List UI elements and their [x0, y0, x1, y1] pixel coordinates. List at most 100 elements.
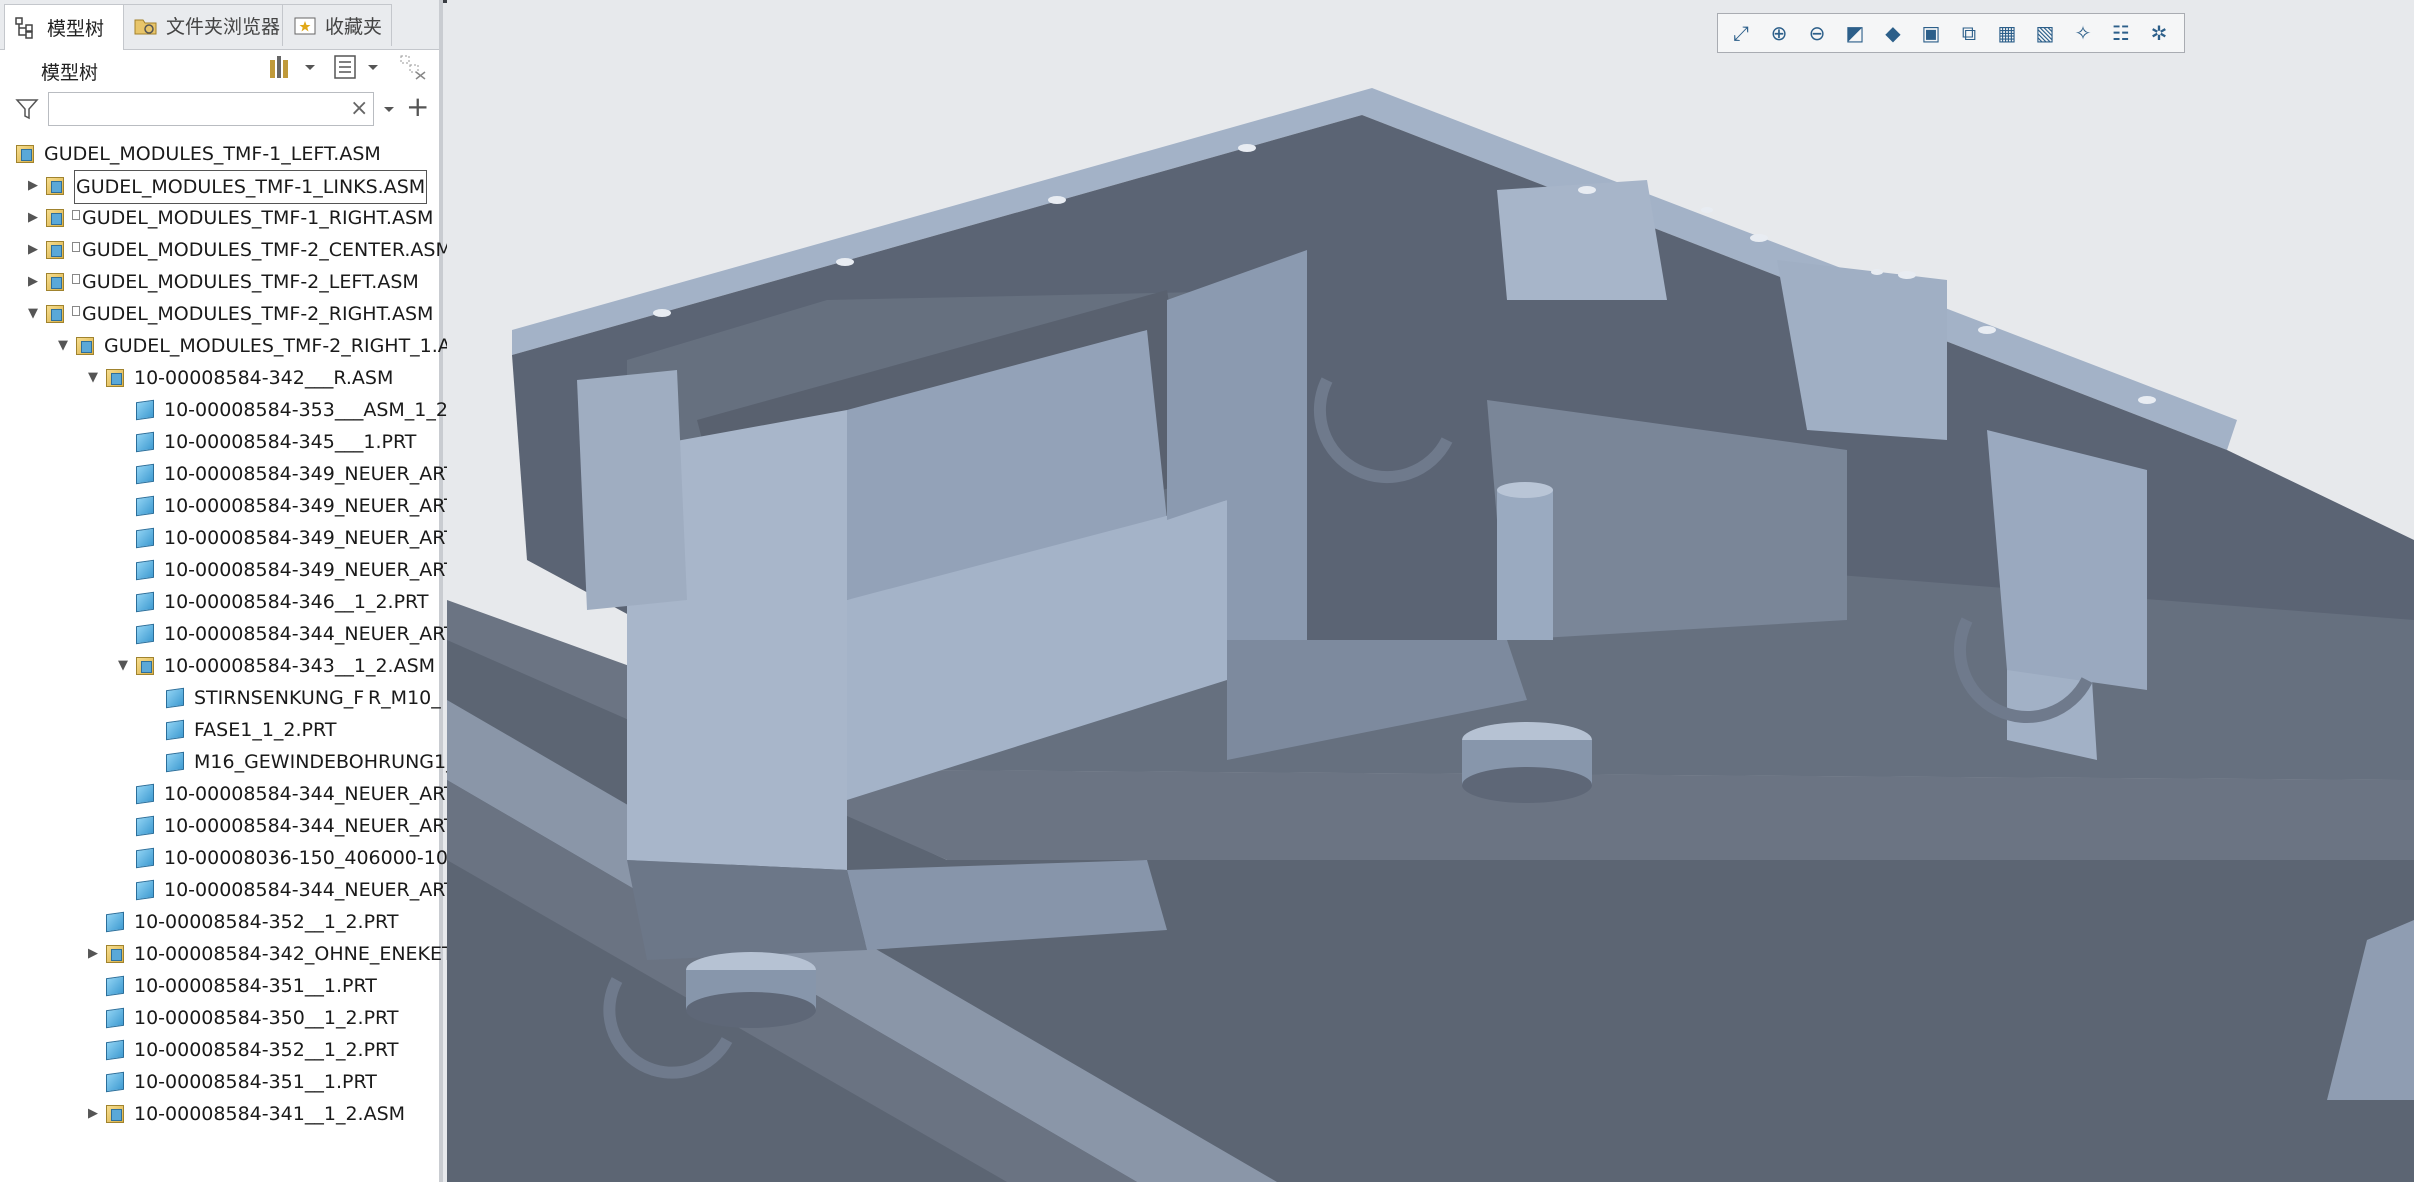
assembly-icon	[106, 945, 124, 963]
chevron-down-icon[interactable]	[364, 52, 382, 82]
model-tree-title: 模型树	[41, 62, 99, 84]
tree-item-label: 10-00008584-342___R.ASM	[134, 367, 394, 389]
tree-item[interactable]: 10-00008584-351__1.PRT	[0, 970, 439, 1002]
tree-item[interactable]: 10-00008584-349_NEUER_ART	[0, 490, 456, 522]
tree-item-label: GUDEL_MODULES_TMF-1_LEFT.ASM	[44, 143, 381, 165]
tree-item[interactable]: GUDEL_MODULES_TMF-1_LEFT.ASM	[0, 138, 439, 170]
tree-item[interactable]: 10-00008584-351__1.PRT	[0, 1066, 439, 1098]
part-icon	[166, 687, 184, 709]
zoom-in-icon[interactable]: ⊕	[1762, 17, 1796, 49]
tree-item[interactable]: 10-00008584-349_NEUER_ART	[0, 458, 456, 490]
part-icon	[136, 399, 154, 421]
tree-item[interactable]: 10-00008584-344_NEUER_ART	[0, 778, 456, 810]
part-icon	[136, 463, 154, 485]
tree-item[interactable]: ▶ GUDEL_MODULES_TMF-2_CENTER.ASM	[0, 234, 452, 266]
datum-display-icon[interactable]: ✧	[2066, 17, 2100, 49]
repaint-icon[interactable]: ◩	[1838, 17, 1872, 49]
part-icon	[136, 623, 154, 645]
tree-item-label: 10-00008584-350__1_2.PRT	[134, 1007, 399, 1029]
collapse-arrow-icon[interactable]: ▼	[26, 307, 40, 321]
tree-item[interactable]: ▶ 10-00008584-341__1_2.ASM	[0, 1098, 439, 1130]
saved-orientations-icon[interactable]: ⧉	[1952, 17, 1986, 49]
tab-model-tree[interactable]: 模型树	[4, 4, 124, 50]
show-columns-icon[interactable]	[330, 52, 360, 82]
assembly-icon	[16, 145, 34, 163]
tree-item[interactable]: 10-00008584-344_NEUER_ART	[0, 810, 456, 842]
expand-arrow-icon[interactable]: ▶	[26, 179, 40, 193]
add-filter-icon[interactable]: +	[406, 92, 429, 122]
zoom-out-icon[interactable]: ⊖	[1800, 17, 1834, 49]
tree-item[interactable]: 10-00008584-344_NEUER_ART	[0, 618, 456, 650]
expand-arrow-icon[interactable]: ▶	[26, 275, 40, 289]
tab-favorites[interactable]: 收藏夹	[282, 4, 392, 46]
refit-icon[interactable]: ⤢	[1724, 17, 1758, 49]
view-manager-icon[interactable]: ▦	[1990, 17, 2024, 49]
annotation-display-icon[interactable]: ☷	[2104, 17, 2138, 49]
tree-item-label: 10-00008584-349_NEUER_ART	[164, 463, 456, 485]
assembly-icon	[46, 273, 64, 291]
tree-item[interactable]: ▶ GUDEL_MODULES_TMF-1_RIGHT.ASM	[0, 202, 439, 234]
tree-item[interactable]: 10-00008584-346__1_2.PRT	[0, 586, 439, 618]
expand-arrow-icon[interactable]: ▶	[86, 1107, 100, 1121]
tree-item[interactable]: FASE1_1_2.PRT	[0, 714, 439, 746]
tree-item[interactable]: ▼ 10-00008584-342___R.ASM	[0, 362, 439, 394]
tree-item[interactable]: M16_GEWINDEBOHRUNG1_	[0, 746, 456, 778]
part-icon	[136, 815, 154, 837]
part-icon	[166, 751, 184, 773]
chevron-down-icon[interactable]	[301, 52, 319, 82]
tree-item-label: GUDEL_MODULES_TMF-2_LEFT.ASM	[82, 271, 419, 293]
tab-label: 模型树	[47, 18, 105, 40]
tab-folder-browser[interactable]: 文件夹浏览器	[123, 4, 283, 46]
tree-search-input[interactable]	[48, 92, 374, 126]
tree-item[interactable]: 10-00008584-349_NEUER_ART	[0, 554, 456, 586]
tree-item[interactable]: 10-00008584-344_NEUER_ART	[0, 874, 456, 906]
tree-item-label: 10-00008584-343__1_2.ASM	[164, 655, 436, 677]
clear-search-icon[interactable]: ×	[350, 96, 368, 122]
filter-icon[interactable]	[14, 96, 40, 122]
tree-item[interactable]: 10-00008584-350__1_2.PRT	[0, 1002, 439, 1034]
tree-item-label: 10-00008584-349_NEUER_ART	[164, 495, 456, 517]
collapse-arrow-icon[interactable]: ▼	[86, 371, 100, 385]
assembly-icon	[136, 657, 154, 675]
tree-item-label: STIRNSENKUNG_F R_M10_	[194, 687, 441, 709]
tree-item-label: 10-00008584-352__1_2.PRT	[134, 911, 399, 933]
tree-filter-toggle-icon[interactable]	[398, 52, 428, 82]
cad-model-view[interactable]	[447, 0, 2414, 1182]
folder-browser-icon	[134, 15, 158, 37]
tree-item-label: 10-00008584-349_NEUER_ART	[164, 527, 456, 549]
assembly-icon	[46, 241, 64, 259]
tree-item[interactable]: ▼ GUDEL_MODULES_TMF-2_RIGHT_1.AS	[0, 330, 463, 362]
tree-item-label: GUDEL_MODULES_TMF-1_RIGHT.ASM	[82, 207, 434, 229]
tree-item[interactable]: ▶ 10-00008584-342_OHNE_ENEKET_	[0, 938, 463, 970]
part-icon	[136, 847, 154, 869]
tree-item-label: FASE1_1_2.PRT	[194, 719, 337, 741]
perspective-view-icon[interactable]: ◆	[1876, 17, 1910, 49]
tree-item[interactable]: 10-00008584-352__1_2.PRT	[0, 1034, 439, 1066]
tree-item[interactable]: STIRNSENKUNG_F R_M10_	[0, 682, 441, 714]
part-icon	[106, 1007, 124, 1029]
display-style-icon[interactable]: ▣	[1914, 17, 1948, 49]
collapse-arrow-icon[interactable]: ▼	[116, 659, 130, 673]
tree-item[interactable]: 10-00008584-352__1_2.PRT	[0, 906, 439, 938]
tree-item[interactable]: 10-00008036-150_406000-10_	[0, 842, 457, 874]
tree-item[interactable]: 10-00008584-345___1.PRT	[0, 426, 439, 458]
tree-item[interactable]: 10-00008584-353___ASM_1_2	[0, 394, 448, 426]
tree-item[interactable]: ▶ GUDEL_MODULES_TMF-2_LEFT.ASM	[0, 266, 439, 298]
expand-arrow-icon[interactable]: ▶	[26, 211, 40, 225]
chevron-down-icon[interactable]	[380, 96, 398, 122]
part-icon	[136, 559, 154, 581]
part-icon	[106, 1071, 124, 1093]
spin-center-icon[interactable]: ✲	[2142, 17, 2176, 49]
favorites-icon	[293, 15, 317, 37]
expand-arrow-icon[interactable]: ▶	[86, 947, 100, 961]
part-icon	[136, 495, 154, 517]
expand-arrow-icon[interactable]: ▶	[26, 243, 40, 257]
graphics-window[interactable]: ⤢ ⊕ ⊖ ◩ ◆ ▣ ⧉ ▦ ▧ ✧ ☷ ✲	[447, 0, 2414, 1182]
collapse-arrow-icon[interactable]: ▼	[56, 339, 70, 353]
tree-item[interactable]: ▼ 10-00008584-343__1_2.ASM	[0, 650, 439, 682]
tree-item[interactable]: ▶ GUDEL_MODULES_TMF-1_LINKS.ASM	[0, 170, 439, 204]
tree-item[interactable]: 10-00008584-349_NEUER_ART	[0, 522, 456, 554]
tree-settings-icon[interactable]	[266, 52, 296, 82]
section-icon[interactable]: ▧	[2028, 17, 2062, 49]
tree-item[interactable]: ▼ GUDEL_MODULES_TMF-2_RIGHT.ASM	[0, 298, 439, 330]
